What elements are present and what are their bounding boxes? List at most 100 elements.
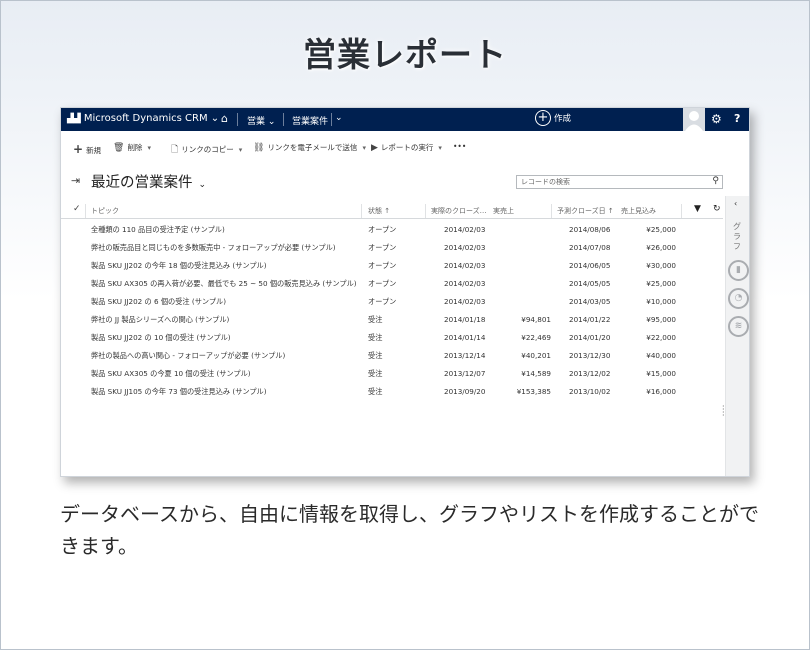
- gear-icon[interactable]: ⚙: [711, 112, 722, 126]
- cell-est-close: 2013/12/02: [569, 369, 611, 378]
- cell-actual-revenue: ¥22,469: [521, 333, 551, 342]
- column-header-topic[interactable]: トピック: [91, 206, 119, 216]
- cell-est-revenue: ¥16,000: [646, 387, 676, 396]
- top-navbar: ▟▟ Microsoft Dynamics CRM ⌄ ⌂ 営業 ⌄ 営業案件 ⌄…: [61, 108, 749, 131]
- table-row[interactable]: 製品 SKU JJ202 の 10 個の受注 (サンプル) 受注 2014/01…: [61, 329, 723, 347]
- cell-actual-revenue: ¥94,801: [521, 315, 551, 324]
- run-report-label: レポートの実行: [380, 143, 434, 152]
- table-row[interactable]: 製品 SKU JJ202 の 6 個の受注 (サンプル) オープン 2014/0…: [61, 293, 723, 311]
- copy-link-button[interactable]: 🗋 リンクのコピー ▾: [171, 142, 242, 158]
- cell-status: オープン: [368, 297, 397, 306]
- cell-topic[interactable]: 製品 SKU JJ202 の 6 個の受注 (サンプル): [91, 297, 226, 307]
- chevron-down-icon[interactable]: ⌄: [335, 113, 343, 123]
- user-silhouette-icon: [685, 111, 703, 131]
- cell-topic[interactable]: 全種類の 110 品目の受注予定 (サンプル): [91, 225, 225, 235]
- column-divider: [681, 204, 682, 218]
- table-row[interactable]: 製品 SKU JJ202 の今年 18 個の受注見込み (サンプル) オープン …: [61, 257, 723, 275]
- cell-topic[interactable]: 製品 SKU JJ202 の 10 個の受注 (サンプル): [91, 333, 231, 343]
- home-icon[interactable]: ⌂: [221, 112, 228, 125]
- page-caption: データベースから、自由に情報を取得し、グラフやリストを作成することができます。: [60, 502, 759, 558]
- table-row[interactable]: 全種類の 110 品目の受注予定 (サンプル) オープン 2014/02/03 …: [61, 221, 723, 239]
- search-input[interactable]: レコードの検索: [521, 176, 570, 188]
- bar-chart-icon[interactable]: ▮: [728, 260, 749, 281]
- run-report-button[interactable]: ▶ レポートの実行 ▾: [371, 142, 442, 153]
- cell-status: 受注: [368, 387, 383, 396]
- column-header-est-close[interactable]: 予測クローズ日 ↑: [557, 206, 614, 216]
- record-search-box[interactable]: レコードの検索 ⚲: [516, 175, 723, 189]
- refresh-icon[interactable]: ↻: [713, 204, 721, 214]
- collapse-panel-icon[interactable]: ‹: [734, 199, 737, 208]
- cell-actual-revenue: ¥40,201: [521, 351, 551, 360]
- cell-status: オープン: [368, 243, 397, 252]
- search-icon[interactable]: ⚲: [712, 175, 719, 187]
- select-all-checkbox[interactable]: ✓: [73, 204, 81, 214]
- column-header-status[interactable]: 状態 ↑: [368, 206, 390, 216]
- column-divider: [85, 204, 86, 218]
- new-button[interactable]: + 新規: [73, 142, 101, 156]
- cell-topic[interactable]: 弊社の JJ 製品シリーズへの関心 (サンプル): [91, 315, 229, 325]
- table-row[interactable]: 製品 SKU AX305 の再入荷が必要、最低でも 25 ~ 50 個の販売見込…: [61, 275, 723, 293]
- chevron-down-icon: ⌄: [210, 113, 220, 124]
- cell-topic[interactable]: 製品 SKU JJ105 の今年 73 個の受注見込み (サンプル): [91, 387, 267, 397]
- cell-actual-close: 2014/01/14: [444, 333, 486, 342]
- app-brand-label: Microsoft Dynamics CRM: [83, 113, 208, 124]
- more-commands-button[interactable]: •••: [453, 142, 466, 151]
- cell-actual-close: 2013/09/20: [444, 387, 486, 396]
- email-link-label: リンクを電子メールで送信: [267, 143, 358, 152]
- command-bar: + 新規 🗑 削除 ▾ 🗋 リンクのコピー ▾ ⛓ リンクを電子メールで送信 ▾ ▶ レポートの…: [61, 138, 749, 158]
- column-header-actual-revenue[interactable]: 実売上: [493, 206, 514, 216]
- cell-est-revenue: ¥25,000: [646, 225, 676, 234]
- plus-icon: +: [73, 142, 84, 156]
- cell-actual-close: 2014/02/03: [444, 243, 486, 252]
- plus-circle-icon: +: [535, 110, 551, 126]
- cell-est-close: 2014/08/06: [569, 225, 611, 234]
- delete-button[interactable]: 🗑 削除 ▾: [113, 142, 151, 153]
- app-brand-menu[interactable]: ▟▟ Microsoft Dynamics CRM ⌄: [67, 113, 219, 124]
- cell-actual-close: 2014/02/03: [444, 261, 486, 270]
- chart-side-panel: ‹ グラフ ▮ ◔ ≋: [725, 196, 749, 476]
- nav-opportunities[interactable]: 営業案件: [292, 114, 328, 127]
- cell-est-revenue: ¥40,000: [646, 351, 676, 360]
- cell-topic[interactable]: 弊社の販売品目と同じものを多数販売中 - フォローアップが必要 (サンプル): [91, 243, 336, 253]
- funnel-chart-icon[interactable]: ≋: [728, 316, 749, 337]
- cell-status: オープン: [368, 261, 397, 270]
- column-header-actual-close[interactable]: 実際のクローズ…: [431, 206, 487, 216]
- filter-icon[interactable]: ▼: [694, 204, 701, 214]
- dropdown-arrow-icon: ▾: [147, 144, 151, 152]
- report-icon: ▶: [371, 143, 378, 153]
- table-row[interactable]: 製品 SKU AX305 の今夏 10 個の受注 (サンプル) 受注 2013/…: [61, 365, 723, 383]
- table-row[interactable]: 製品 SKU JJ105 の今年 73 個の受注見込み (サンプル) 受注 20…: [61, 383, 723, 401]
- table-row[interactable]: 弊社の製品への高い関心 - フォローアップが必要 (サンプル) 受注 2013/…: [61, 347, 723, 365]
- cell-actual-revenue: ¥153,385: [516, 387, 551, 396]
- cell-est-close: 2014/06/05: [569, 261, 611, 270]
- email-link-button[interactable]: ⛓ リンクを電子メールで送信 ▾: [253, 142, 366, 153]
- table-row[interactable]: 弊社の販売品目と同じものを多数販売中 - フォローアップが必要 (サンプル) オ…: [61, 239, 723, 257]
- pie-chart-icon[interactable]: ◔: [728, 288, 749, 309]
- cell-est-close: 2013/10/02: [569, 387, 611, 396]
- cell-actual-close: 2014/02/03: [444, 225, 486, 234]
- table-row[interactable]: 弊社の JJ 製品シリーズへの関心 (サンプル) 受注 2014/01/18 ¥…: [61, 311, 723, 329]
- document-icon: 🗋: [171, 145, 179, 155]
- crm-window: ▟▟ Microsoft Dynamics CRM ⌄ ⌂ 営業 ⌄ 営業案件 ⌄…: [60, 107, 750, 477]
- cell-topic[interactable]: 製品 SKU AX305 の今夏 10 個の受注 (サンプル): [91, 369, 251, 379]
- cell-topic[interactable]: 弊社の製品への高い関心 - フォローアップが必要 (サンプル): [91, 351, 285, 361]
- dropdown-arrow-icon: ▾: [238, 146, 243, 154]
- cell-topic[interactable]: 製品 SKU JJ202 の今年 18 個の受注見込み (サンプル): [91, 261, 267, 271]
- user-avatar[interactable]: [683, 108, 705, 131]
- cell-est-close: 2014/01/22: [569, 315, 611, 324]
- help-icon[interactable]: ?: [734, 112, 740, 125]
- cell-est-revenue: ¥25,000: [646, 279, 676, 288]
- view-selector[interactable]: 最近の営業案件 ⌄: [91, 171, 206, 192]
- column-header-est-revenue[interactable]: 売上見込み: [621, 206, 656, 216]
- pin-icon[interactable]: ⇥: [71, 174, 80, 187]
- new-label: 新規: [86, 146, 102, 155]
- cell-est-revenue: ¥15,000: [646, 369, 676, 378]
- cell-topic[interactable]: 製品 SKU AX305 の再入荷が必要、最低でも 25 ~ 50 個の販売見込…: [91, 279, 357, 289]
- column-divider: [551, 204, 552, 218]
- nav-sales-menu[interactable]: 営業 ⌄: [247, 114, 275, 127]
- cell-est-close: 2013/12/30: [569, 351, 611, 360]
- create-button[interactable]: + 作成: [535, 110, 571, 126]
- cell-est-revenue: ¥10,000: [646, 297, 676, 306]
- nav-divider: [237, 113, 238, 126]
- chevron-down-icon: ⌄: [198, 180, 207, 190]
